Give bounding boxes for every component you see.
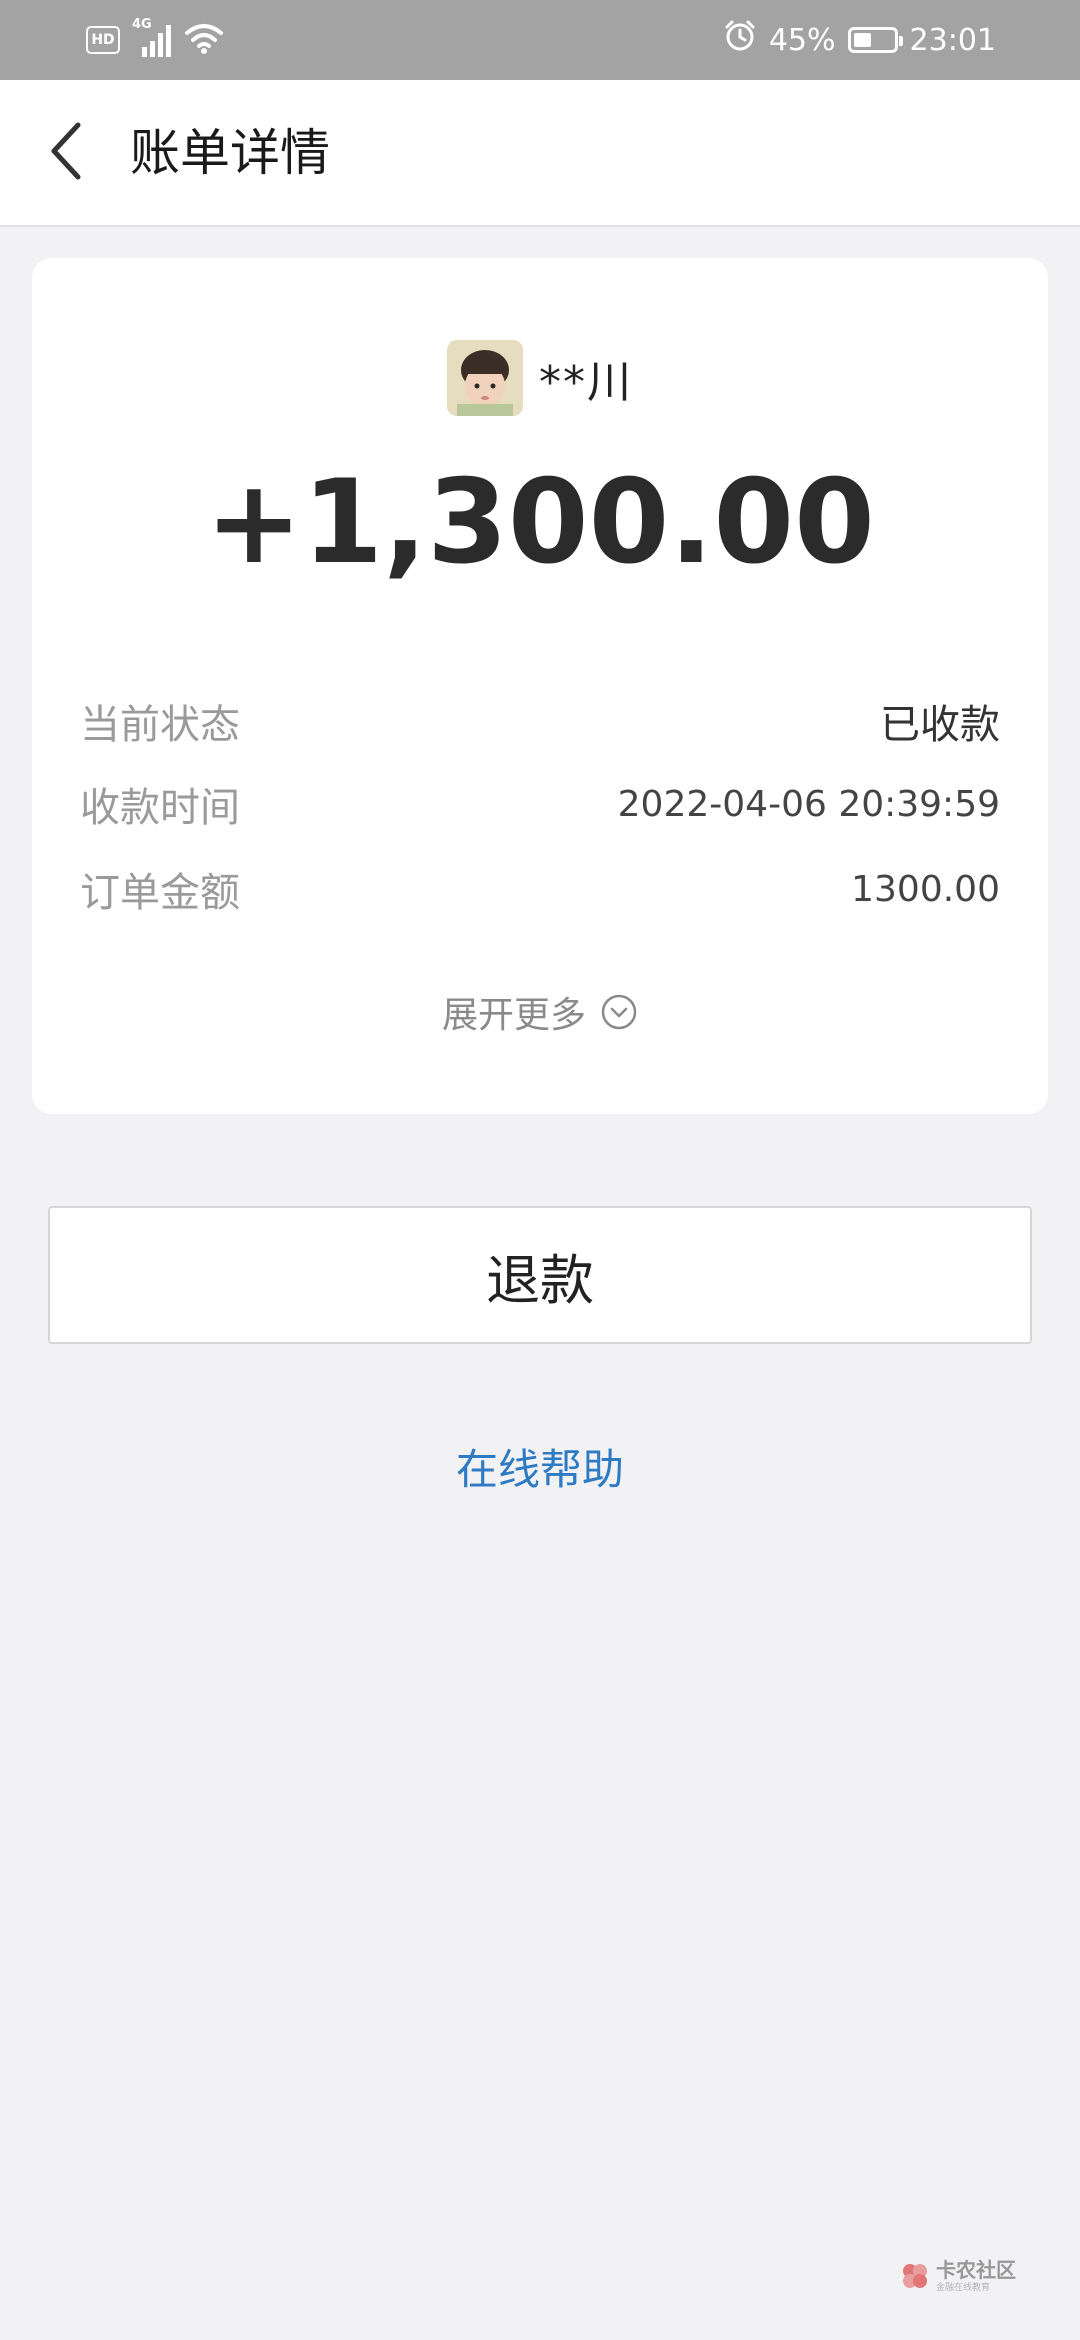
watermark-title: 卡农社区 [936, 2258, 1016, 2282]
receive-time-label: 收款时间 [80, 785, 240, 831]
alarm-icon [723, 19, 757, 61]
battery-fill [853, 33, 871, 47]
chevron-down-circle-icon [601, 994, 637, 1030]
chevron-left-icon [51, 122, 81, 180]
wifi-icon [184, 21, 224, 59]
receive-time-row: 收款时间 2022-04-06 20:39:59 [80, 774, 1000, 834]
refund-button[interactable]: 退款 [48, 1206, 1032, 1344]
status-row: 当前状态 已收款 [80, 691, 1000, 751]
status-left: HD 4G [86, 17, 224, 60]
order-amount-label: 订单金额 [80, 870, 240, 916]
expand-more-label: 展开更多 [441, 995, 586, 1036]
app-header: 账单详情 [0, 80, 1080, 227]
status-label: 当前状态 [80, 702, 240, 748]
kanong-logo-icon [903, 2264, 927, 2288]
payer-info: **川 [32, 340, 1048, 416]
online-help-link[interactable]: 在线帮助 [0, 1436, 1080, 1497]
page-title: 账单详情 [130, 124, 330, 182]
bill-detail-card: **川 +1,300.00 当前状态 已收款 收款时间 2022-04-06 2… [32, 258, 1048, 1114]
network-type: 4G [132, 17, 152, 32]
battery-percent: 45% [768, 22, 836, 58]
status-right: 45% 23:01 [723, 20, 996, 60]
signal-4g-icon: 4G [132, 17, 172, 57]
status-value: 已收款 [880, 702, 1000, 748]
watermark: 卡农社区 金融在线教育 [900, 2252, 1030, 2300]
battery-icon [847, 27, 903, 53]
watermark-text: 卡农社区 金融在线教育 [936, 2258, 1016, 2294]
back-button[interactable] [36, 116, 96, 186]
order-amount-value: 1300.00 [851, 868, 1000, 910]
payer-name: **川 [539, 357, 633, 408]
hd-badge: HD [86, 26, 120, 54]
receive-time-value: 2022-04-06 20:39:59 [617, 783, 1000, 825]
watermark-subtitle: 金融在线教育 [936, 2283, 991, 2293]
status-bar: HD 4G 45% 23:01 [0, 0, 1080, 80]
status-time: 23:01 [909, 22, 996, 58]
transaction-amount: +1,300.00 [205, 455, 875, 590]
expand-more-button[interactable]: 展开更多 [32, 986, 1048, 1038]
avatar [447, 340, 523, 416]
order-amount-row: 订单金额 1300.00 [80, 859, 1000, 919]
